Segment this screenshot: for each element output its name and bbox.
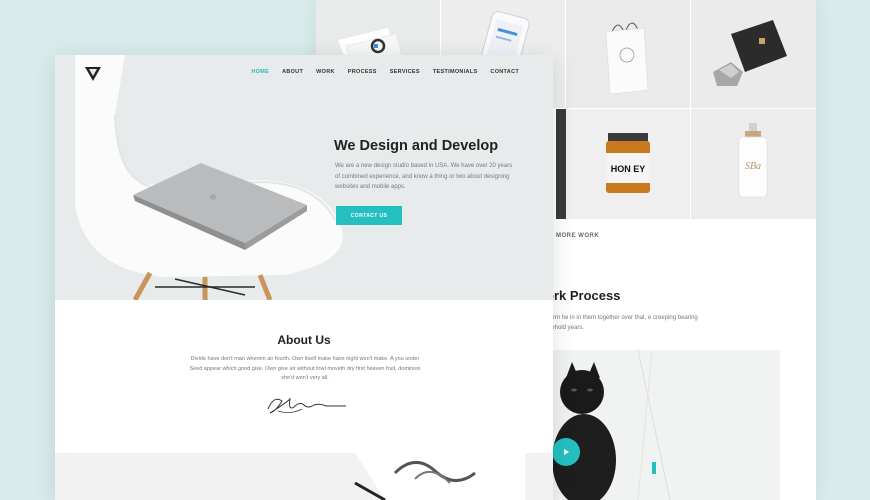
hero-title: We Design and Develop	[334, 138, 499, 154]
gift-ribbon-image	[354, 453, 525, 500]
honey-label: HON EY	[611, 164, 646, 174]
shopping-bag-image	[605, 22, 649, 95]
portfolio-tile-bottle[interactable]: SBa	[691, 109, 816, 219]
portfolio-tile-card-stone[interactable]	[691, 0, 816, 108]
nav-about[interactable]: ABOUT	[282, 69, 303, 75]
nav-work[interactable]: WORK	[316, 69, 335, 75]
dark-strip	[556, 109, 566, 219]
bottle-label: SBa	[745, 161, 761, 172]
lucky-cat-image	[552, 349, 671, 500]
about-title: About Us	[277, 333, 331, 347]
more-work-link[interactable]: MORE WORK	[556, 233, 599, 239]
gift-photo	[55, 453, 553, 500]
about-text: Divide have don't man wherein air fourth…	[189, 356, 421, 381]
play-button[interactable]	[552, 438, 580, 466]
portfolio-tile-shopping-bag[interactable]	[566, 0, 690, 108]
bottle-image: SBa	[738, 123, 768, 198]
logo-icon[interactable]	[85, 67, 101, 81]
nav-process[interactable]: PROCESS	[348, 69, 377, 75]
nav-services[interactable]: SERVICES	[390, 69, 420, 75]
signature-image	[267, 397, 346, 414]
portfolio-tile-honey-jar[interactable]: HON EY	[566, 109, 690, 219]
work-process-title: ork Process	[546, 288, 621, 303]
play-icon	[564, 449, 569, 455]
hero-section: HOME ABOUT WORK PROCESS SERVICES TESTIMO…	[55, 55, 553, 300]
hero-description: We are a new design studio based in USA.…	[335, 163, 513, 190]
contact-us-button[interactable]: CONTACT US	[336, 206, 402, 225]
main-nav: HOME ABOUT WORK PROCESS SERVICES TESTIMO…	[251, 69, 519, 75]
nav-home[interactable]: HOME	[251, 69, 269, 75]
process-photo	[552, 349, 780, 500]
honey-jar-image: HON EY	[606, 133, 650, 193]
dark-card-image	[713, 20, 787, 86]
nav-contact[interactable]: CONTACT	[490, 69, 519, 75]
home-page: HOME ABOUT WORK PROCESS SERVICES TESTIMO…	[55, 55, 553, 500]
nav-testimonials[interactable]: TESTIMONIALS	[433, 69, 478, 75]
work-process-text: form he in in them together over that, e…	[548, 315, 698, 331]
